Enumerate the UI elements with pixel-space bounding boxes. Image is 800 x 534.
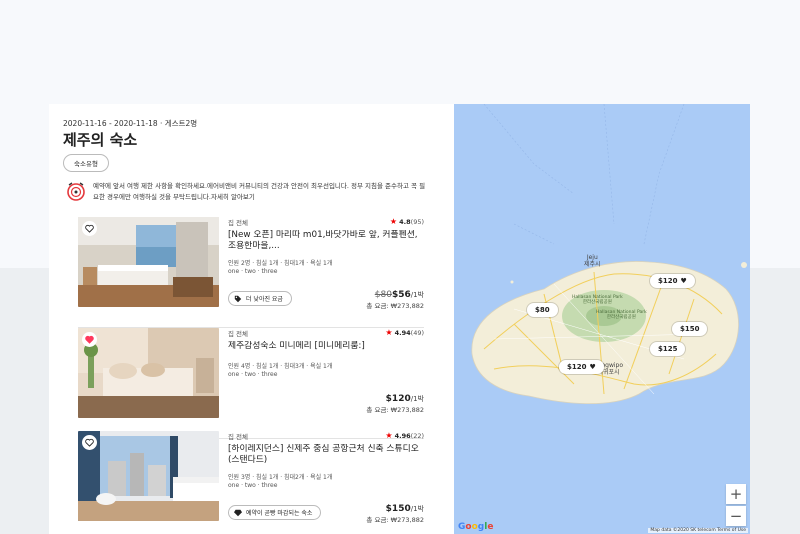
listing-card[interactable]: 집 전체 ★ 4.94(49) 제주감성숙소 미니메리 [미니메리룸:] 인원 … bbox=[78, 328, 424, 439]
star-icon: ★ bbox=[389, 217, 398, 226]
old-price: $80 bbox=[374, 290, 392, 300]
listing-specs: 인원 3명 · 침실 1개 · 침대2개 · 욕실 1개 bbox=[228, 474, 333, 481]
listing-photo[interactable] bbox=[78, 217, 219, 307]
listing-rating: ★ 4.96(22) bbox=[385, 431, 424, 440]
zoom-out-button[interactable]: − bbox=[726, 506, 746, 526]
price-pin[interactable]: $120 ♥ bbox=[650, 274, 695, 288]
results-panel: 2020-11-16 - 2020-11-18 · 게스트2명 제주의 숙소 숙… bbox=[49, 104, 454, 534]
listing-specs: 인원 4명 · 침실 1개 · 침대3개 · 욕실 1개 bbox=[228, 363, 333, 370]
listing-type: 집 전체 bbox=[228, 330, 249, 338]
listing-price: $150/1박 bbox=[385, 504, 424, 514]
listing-title[interactable]: [하이레지던스] 신제주 중심 공항근처 신축 스튜디오 (스탠다드) bbox=[228, 444, 424, 466]
heart-icon: ♥ bbox=[680, 277, 687, 285]
listing-total: 총 요금: ₩273,882 bbox=[366, 302, 424, 310]
price-pin[interactable]: $80 bbox=[527, 303, 558, 317]
price-pin[interactable]: $125 bbox=[650, 342, 686, 356]
listing-price: $120/1박 bbox=[385, 394, 424, 404]
promo-badge: 예약이 곧빵 마감되는 숙소 bbox=[228, 505, 322, 520]
listing-photo[interactable] bbox=[78, 431, 219, 521]
listing-card[interactable]: 집 전체 ★ 4.96(22) [하이레지던스] 신제주 중심 공항근처 신축 … bbox=[78, 431, 424, 531]
price-pin[interactable]: $150 bbox=[672, 322, 708, 336]
favorite-heart-icon[interactable] bbox=[82, 435, 97, 450]
listing-title[interactable]: 제주감성숙소 미니메리 [미니메리룸:] bbox=[228, 341, 424, 352]
map-attribution[interactable]: Map data ©2020 SK telecom Terms of Use bbox=[648, 528, 748, 533]
favorite-heart-icon[interactable] bbox=[82, 221, 97, 236]
listing-type: 집 전체 bbox=[228, 433, 249, 441]
listing-info: 집 전체 ★ 4.94(49) 제주감성숙소 미니메리 [미니메리룸:] 인원 … bbox=[228, 328, 424, 428]
listing-price: $80$56/1박 bbox=[374, 290, 424, 300]
listing-type: 집 전체 bbox=[228, 219, 249, 227]
zoom-in-button[interactable]: + bbox=[726, 484, 746, 504]
listing-amenities: one · two · three bbox=[228, 268, 278, 275]
listing-total: 총 요금: ₩273,882 bbox=[366, 406, 424, 414]
alert-clock-icon bbox=[66, 181, 86, 201]
listing-card[interactable]: 집 전체 ★ 4.8(95) [New 오픈] 마리따 m01,바닷가바로 앞,… bbox=[78, 217, 424, 328]
property-type-filter-button[interactable]: 숙소유형 bbox=[63, 154, 109, 172]
listing-amenities: one · two · three bbox=[228, 482, 278, 489]
listing-info: 집 전체 ★ 4.8(95) [New 오픈] 마리따 m01,바닷가바로 앞,… bbox=[228, 217, 424, 317]
listing-amenities: one · two · three bbox=[228, 371, 278, 378]
promo-badge: 더 낮아진 요금 bbox=[228, 291, 292, 306]
map-label-jeju: Jeju 제주시 bbox=[584, 254, 601, 268]
star-icon: ★ bbox=[385, 328, 393, 337]
map-label-hallasan: Hallasan National Park 한라산국립공원 bbox=[572, 295, 623, 305]
listing-rating: ★ 4.8(95) bbox=[389, 217, 424, 226]
diamond-icon bbox=[234, 509, 242, 516]
map-label-hallasan-2: Hallasan National Park 한라산국립공원 bbox=[596, 310, 647, 320]
listing-title[interactable]: [New 오픈] 마리따 m01,바닷가바로 앞, 커플펜션,조용한마을,... bbox=[228, 230, 424, 252]
google-logo: Google bbox=[458, 522, 494, 532]
listing-info: 집 전체 ★ 4.96(22) [하이레지던스] 신제주 중심 공항근처 신축 … bbox=[228, 431, 424, 531]
tag-icon bbox=[234, 295, 242, 302]
star-icon: ★ bbox=[385, 431, 393, 440]
travel-notice[interactable]: 예약에 앞서 여행 제한 사항을 확인하세요.에어비앤비 커뮤니티의 건강과 안… bbox=[93, 181, 428, 203]
listing-photo[interactable] bbox=[78, 328, 219, 418]
map-view[interactable]: Jeju 제주시 Hallasan National Park 한라산국립공원 … bbox=[454, 104, 750, 534]
listing-rating: ★ 4.94(49) bbox=[385, 328, 424, 337]
heart-icon: ♥ bbox=[589, 363, 596, 371]
price-pin[interactable]: $120 ♥ bbox=[559, 360, 604, 374]
page-title: 제주의 숙소 bbox=[63, 131, 138, 149]
listing-specs: 인원 2명 · 침실 1개 · 침대1개 · 욕실 1개 bbox=[228, 260, 333, 267]
search-meta: 2020-11-16 - 2020-11-18 · 게스트2명 bbox=[63, 119, 198, 128]
listing-total: 총 요금: ₩273,882 bbox=[366, 516, 424, 524]
favorite-heart-icon[interactable] bbox=[82, 332, 97, 347]
